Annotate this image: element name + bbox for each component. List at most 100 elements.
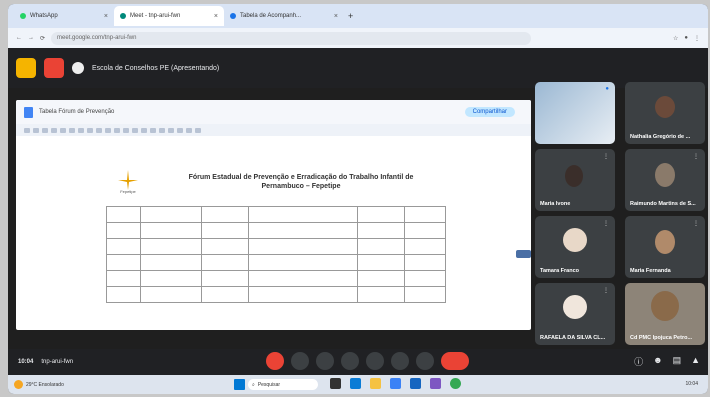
- toolbar-tool-icon[interactable]: [87, 127, 93, 133]
- taskbar-search[interactable]: ⌕ Pesquisar: [248, 379, 318, 390]
- document-page: Fepetipe Fórum Estadual de Prevenção e E…: [86, 148, 466, 330]
- more-options-icon[interactable]: ⋮: [603, 220, 609, 227]
- back-icon[interactable]: ←: [16, 35, 22, 41]
- store-icon[interactable]: [390, 378, 401, 389]
- toolbar-tool-icon[interactable]: [132, 127, 138, 133]
- participant-tile[interactable]: ⋮ Tamara Franco: [535, 216, 615, 278]
- document-heading: Fórum Estadual de Prevenção e Erradicaçã…: [176, 173, 426, 191]
- participant-tile[interactable]: Cd PMC Ipojuca Petro...: [625, 283, 705, 345]
- table-row: [106, 286, 446, 303]
- toolbar-tool-icon[interactable]: [60, 127, 66, 133]
- captions-button[interactable]: [316, 352, 334, 370]
- toolbar-tool-icon[interactable]: [42, 127, 48, 133]
- toolbar-tool-icon[interactable]: [123, 127, 129, 133]
- activities-icon[interactable]: ▲: [691, 355, 700, 368]
- meeting-time: 10:04: [18, 359, 34, 365]
- toolbar-tool-icon[interactable]: [69, 127, 75, 133]
- avatar: [563, 228, 587, 252]
- file-explorer-icon[interactable]: [370, 378, 381, 389]
- chat-icon[interactable]: ▤: [673, 355, 682, 368]
- meeting-title: Escola de Conselhos PE (Apresentando): [92, 64, 220, 72]
- toolbar-tool-icon[interactable]: [114, 127, 120, 133]
- participant-tile[interactable]: ⋮ Maria Ivone: [535, 149, 615, 211]
- toolbar-tool-icon[interactable]: [33, 127, 39, 133]
- browser-tab-whatsapp[interactable]: WhatsApp ×: [14, 6, 114, 26]
- app-icon[interactable]: [430, 378, 441, 389]
- browser-tab-sheet[interactable]: Tabela de Acompanh... ×: [224, 6, 344, 26]
- info-icon[interactable]: ⓘ: [634, 355, 643, 368]
- avatar: [563, 295, 587, 319]
- toolbar-tool-icon[interactable]: [105, 127, 111, 133]
- meet-icon: [120, 13, 126, 19]
- record-icon[interactable]: [44, 58, 64, 78]
- more-options-icon[interactable]: ⋮: [603, 287, 609, 294]
- docs-menu-bar: Tabela Fórum de Prevenção Compartilhar: [16, 100, 531, 124]
- participant-tile[interactable]: Nathalia Gregório de ...: [625, 82, 705, 144]
- reload-icon[interactable]: ⟳: [40, 35, 45, 42]
- document-title[interactable]: Tabela Fórum de Prevenção: [39, 109, 114, 115]
- new-tab-icon[interactable]: +: [348, 11, 353, 21]
- pin-icon[interactable]: ●: [605, 86, 609, 92]
- toolbar-tool-icon[interactable]: [177, 127, 183, 133]
- table-row: [106, 206, 446, 223]
- toolbar-tool-icon[interactable]: [150, 127, 156, 133]
- side-panel-toggle[interactable]: [516, 250, 531, 258]
- close-icon[interactable]: ×: [104, 13, 108, 20]
- presenter-avatar-icon: [72, 62, 84, 74]
- weather-text: 29°C Ensolarado: [26, 381, 64, 388]
- toolbar-tool-icon[interactable]: [186, 127, 192, 133]
- avatar: [655, 96, 675, 118]
- heading-line-1: Fórum Estadual de Prevenção e Erradicaçã…: [188, 174, 414, 181]
- participant-name: Nathalia Gregório de ...: [630, 134, 691, 140]
- windows-start-icon[interactable]: [234, 379, 245, 390]
- browser-tab-meet[interactable]: Meet - tnp-arui-fwn ×: [114, 6, 224, 26]
- emoji-button[interactable]: [341, 352, 359, 370]
- camera-button[interactable]: [291, 352, 309, 370]
- edge-icon[interactable]: [350, 378, 361, 389]
- present-screen-button[interactable]: [366, 352, 384, 370]
- task-view-icon[interactable]: [330, 378, 341, 389]
- more-options-button[interactable]: [416, 352, 434, 370]
- toolbar-tool-icon[interactable]: [51, 127, 57, 133]
- toolbar-tool-icon[interactable]: [168, 127, 174, 133]
- mic-off-button[interactable]: [266, 352, 284, 370]
- toolbar-tool-icon[interactable]: [78, 127, 84, 133]
- star-icon[interactable]: ☆: [673, 35, 678, 42]
- docs-icon: [230, 13, 236, 19]
- chrome-icon[interactable]: [450, 378, 461, 389]
- avatar: [651, 291, 679, 321]
- taskbar-apps: [330, 378, 461, 389]
- heading-line-2: Pernambuco – Fepetipe: [261, 183, 341, 190]
- toolbar-tool-icon[interactable]: [24, 127, 30, 133]
- participant-tile-presenter[interactable]: ●: [535, 82, 615, 144]
- participant-tile[interactable]: ⋮ RAFAELA DA SILVA CL...: [535, 283, 615, 345]
- profile-icon[interactable]: ●: [684, 35, 688, 41]
- raise-hand-button[interactable]: [391, 352, 409, 370]
- people-icon[interactable]: ☻: [653, 355, 662, 368]
- close-icon[interactable]: ×: [214, 13, 218, 20]
- leave-call-button[interactable]: [441, 352, 469, 370]
- presentation-stage: Tabela Fórum de Prevenção Compartilhar F…: [16, 100, 531, 330]
- toolbar-tool-icon[interactable]: [159, 127, 165, 133]
- mail-icon[interactable]: [410, 378, 421, 389]
- share-button[interactable]: Compartilhar: [464, 107, 515, 117]
- url-input[interactable]: meet.google.com/tnp-arui-fwn: [51, 31, 532, 45]
- meet-app-icon[interactable]: [16, 58, 36, 78]
- toolbar-tool-icon[interactable]: [96, 127, 102, 133]
- toolbar-tool-icon[interactable]: [195, 127, 201, 133]
- toolbar-tool-icon[interactable]: [141, 127, 147, 133]
- menu-icon[interactable]: ⋮: [694, 35, 700, 42]
- close-icon[interactable]: ×: [334, 13, 338, 20]
- taskbar-clock: 10:04: [685, 381, 698, 387]
- fepetipe-logo: Fepetipe: [118, 170, 138, 194]
- avatar: [655, 230, 675, 254]
- participant-name: Tamara Franco: [540, 268, 580, 274]
- forward-icon[interactable]: →: [28, 35, 34, 41]
- participant-tile[interactable]: ⋮ Raimundo Martins de S...: [625, 149, 705, 211]
- url-text: meet.google.com/tnp-arui-fwn: [57, 35, 137, 41]
- logo-label: Fepetipe: [120, 189, 136, 194]
- more-options-icon[interactable]: ⋮: [603, 153, 609, 160]
- more-options-icon[interactable]: ⋮: [693, 153, 699, 160]
- participant-tile[interactable]: ⋮ Maria Fernanda: [625, 216, 705, 278]
- more-options-icon[interactable]: ⋮: [693, 220, 699, 227]
